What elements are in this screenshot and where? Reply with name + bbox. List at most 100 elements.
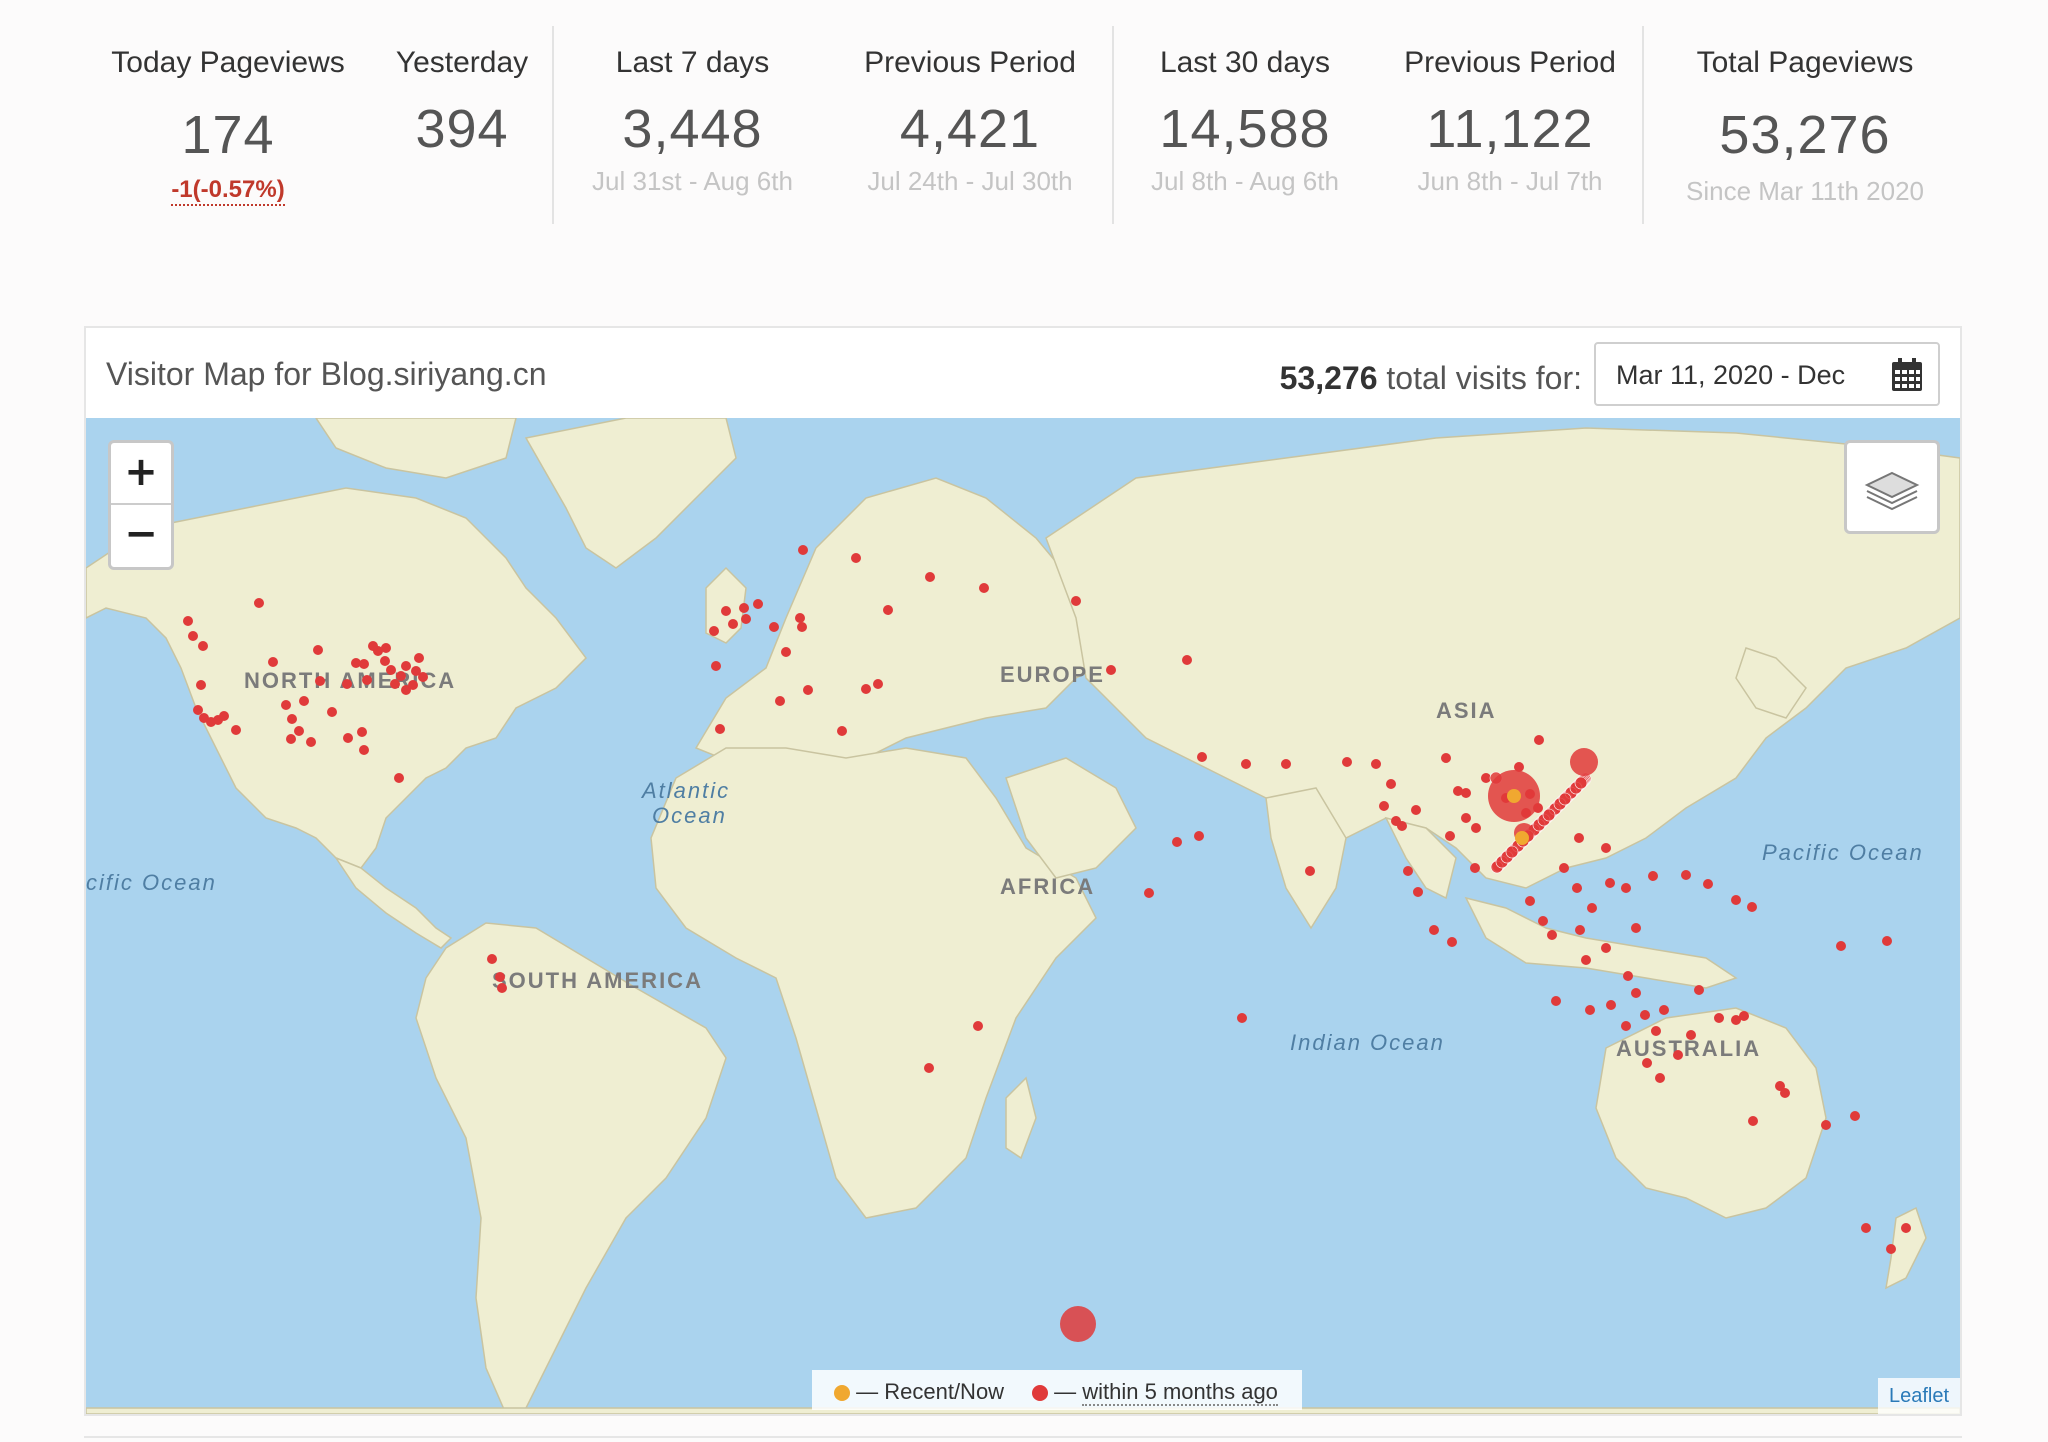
- visitor-marker[interactable]: [1574, 833, 1584, 843]
- visitor-marker[interactable]: [188, 631, 198, 641]
- visitor-marker[interactable]: [1882, 936, 1892, 946]
- visitor-marker[interactable]: [1386, 779, 1396, 789]
- visitor-marker[interactable]: [1441, 753, 1451, 763]
- visitor-marker[interactable]: [414, 653, 424, 663]
- visitor-marker[interactable]: [795, 613, 805, 623]
- visitor-marker[interactable]: [362, 675, 372, 685]
- visitor-marker[interactable]: [1445, 831, 1455, 841]
- visitor-marker[interactable]: [1182, 655, 1192, 665]
- visitor-marker[interactable]: [206, 717, 216, 727]
- visitor-marker[interactable]: [198, 641, 208, 651]
- zoom-out-button[interactable]: −: [111, 505, 171, 565]
- visitor-marker[interactable]: [1197, 752, 1207, 762]
- visitor-marker[interactable]: [268, 657, 278, 667]
- visitor-marker[interactable]: [873, 679, 883, 689]
- visitor-marker[interactable]: [1601, 943, 1611, 953]
- visitor-marker[interactable]: [1281, 759, 1291, 769]
- visitor-marker[interactable]: [1714, 1013, 1724, 1023]
- visitor-marker[interactable]: [1071, 596, 1081, 606]
- visitor-marker[interactable]: [1640, 1010, 1650, 1020]
- visitor-marker[interactable]: [1471, 823, 1481, 833]
- visitor-marker[interactable]: [1780, 1088, 1790, 1098]
- visitor-marker[interactable]: [1659, 1005, 1669, 1015]
- visitor-marker[interactable]: [1886, 1244, 1896, 1254]
- visitor-marker[interactable]: [1194, 831, 1204, 841]
- visitor-marker[interactable]: [1551, 996, 1561, 1006]
- visitor-marker[interactable]: [1606, 1000, 1616, 1010]
- visitor-marker[interactable]: [979, 583, 989, 593]
- visitor-marker[interactable]: [711, 661, 721, 671]
- visitor-marker[interactable]: [386, 665, 396, 675]
- visitor-marker[interactable]: [1413, 887, 1423, 897]
- visitor-marker[interactable]: [193, 705, 203, 715]
- visitor-marker[interactable]: [1447, 937, 1457, 947]
- visitor-marker[interactable]: [1655, 1073, 1665, 1083]
- visitor-marker[interactable]: [1739, 1011, 1749, 1021]
- visitor-marker[interactable]: [497, 983, 507, 993]
- visitor-marker[interactable]: [1403, 866, 1413, 876]
- visitor-marker[interactable]: [715, 724, 725, 734]
- visitor-marker[interactable]: [1686, 1030, 1696, 1040]
- calendar-icon[interactable]: [1890, 357, 1924, 398]
- visitor-marker[interactable]: [1342, 757, 1352, 767]
- visitor-marker[interactable]: [781, 647, 791, 657]
- visitor-marker[interactable]: [753, 599, 763, 609]
- visitor-marker[interactable]: [1144, 888, 1154, 898]
- visitor-marker[interactable]: [837, 726, 847, 736]
- visitor-marker[interactable]: [1461, 788, 1471, 798]
- visitor-marker[interactable]: [357, 727, 367, 737]
- visitor-marker[interactable]: [1601, 843, 1611, 853]
- zoom-in-button[interactable]: +: [111, 443, 171, 505]
- visitor-marker[interactable]: [299, 696, 309, 706]
- visitor-marker[interactable]: [1371, 759, 1381, 769]
- visitor-marker[interactable]: [1651, 1026, 1661, 1036]
- visitor-marker[interactable]: [739, 603, 749, 613]
- visitor-marker[interactable]: [1470, 863, 1480, 873]
- visitor-marker[interactable]: [851, 553, 861, 563]
- visitor-marker[interactable]: [313, 645, 323, 655]
- visitor-marker[interactable]: [401, 661, 411, 671]
- visitor-marker[interactable]: [798, 545, 808, 555]
- visitor-marker[interactable]: [721, 606, 731, 616]
- attribution-link[interactable]: Leaflet: [1878, 1378, 1960, 1414]
- visitor-marker[interactable]: [359, 745, 369, 755]
- layers-button[interactable]: [1844, 440, 1940, 534]
- visitor-marker[interactable]: [231, 725, 241, 735]
- visitor-marker[interactable]: [925, 572, 935, 582]
- visitor-marker[interactable]: [1748, 1116, 1758, 1126]
- visitor-marker[interactable]: [254, 598, 264, 608]
- visitor-marker[interactable]: [883, 605, 893, 615]
- visitor-marker[interactable]: [775, 696, 785, 706]
- visitor-marker[interactable]: [1681, 870, 1691, 880]
- visitor-marker[interactable]: [1538, 916, 1548, 926]
- visitor-marker[interactable]: [219, 711, 229, 721]
- visitor-marker[interactable]: [343, 733, 353, 743]
- visitor-marker[interactable]: [1397, 821, 1407, 831]
- visitor-marker[interactable]: [495, 972, 505, 982]
- visitor-marker-recent[interactable]: [1507, 789, 1521, 803]
- visitor-marker[interactable]: [408, 680, 418, 690]
- visitor-marker[interactable]: [1558, 792, 1572, 806]
- visitor-marker[interactable]: [1694, 985, 1704, 995]
- visitor-marker[interactable]: [1747, 902, 1757, 912]
- visitor-marker[interactable]: [1547, 930, 1557, 940]
- visitor-marker[interactable]: [797, 622, 807, 632]
- visitor-marker[interactable]: [1525, 896, 1535, 906]
- visitor-marker[interactable]: [1901, 1223, 1911, 1233]
- visitor-marker[interactable]: [1621, 1021, 1631, 1031]
- visitor-marker[interactable]: [1534, 735, 1544, 745]
- visitor-marker[interactable]: [196, 680, 206, 690]
- visitor-marker[interactable]: [1481, 773, 1491, 783]
- visitor-marker[interactable]: [973, 1021, 983, 1031]
- visitor-marker[interactable]: [1172, 837, 1182, 847]
- visitor-marker[interactable]: [1631, 923, 1641, 933]
- visitor-marker[interactable]: [1379, 801, 1389, 811]
- visitor-marker[interactable]: [803, 685, 813, 695]
- visitor-marker[interactable]: [327, 707, 337, 717]
- visitor-marker[interactable]: [1411, 805, 1421, 815]
- visitor-marker[interactable]: [1861, 1223, 1871, 1233]
- visitor-marker[interactable]: [1703, 879, 1713, 889]
- visitor-marker[interactable]: [1673, 1050, 1683, 1060]
- visitor-marker[interactable]: [183, 616, 193, 626]
- visitor-marker[interactable]: [306, 737, 316, 747]
